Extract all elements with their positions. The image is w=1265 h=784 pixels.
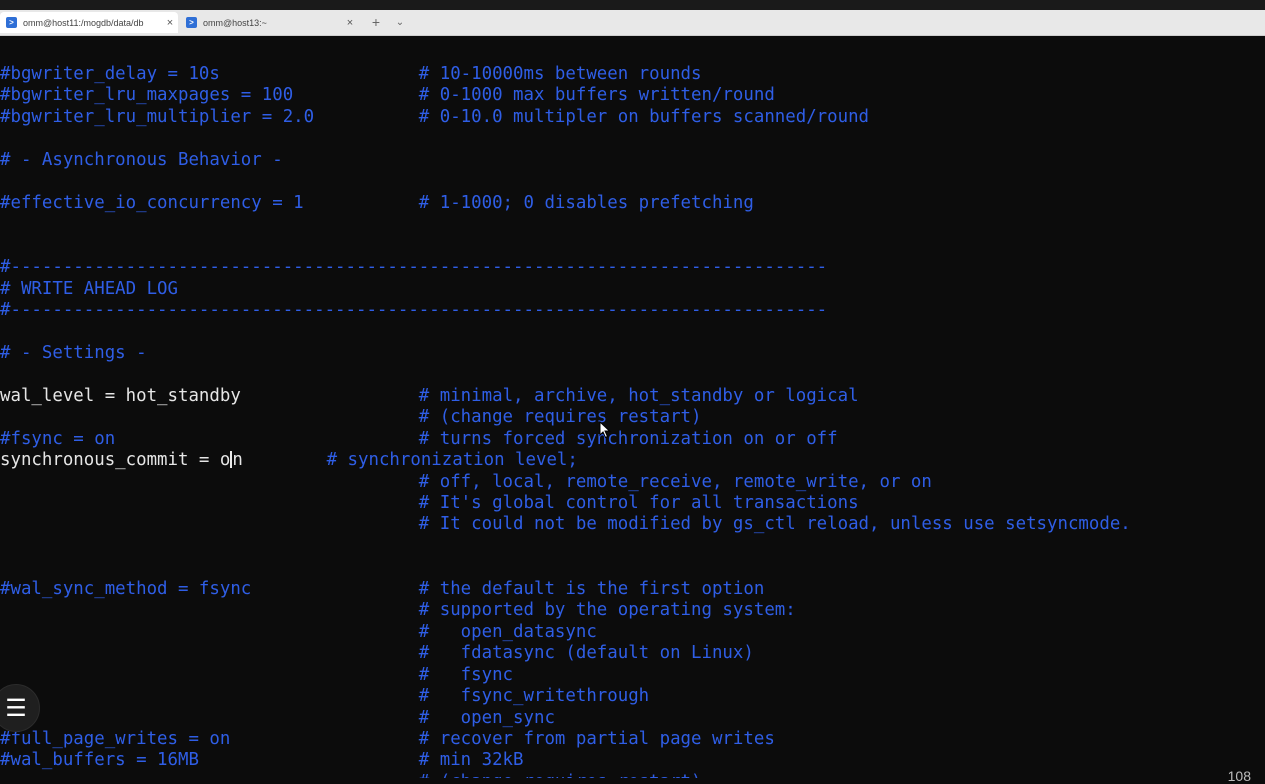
terminal-text: # - Settings - — [0, 342, 147, 363]
terminal-line: # (change requires restart) — [0, 407, 702, 428]
terminal-text: # fsync — [0, 664, 514, 685]
terminal-line: #wal_sync_method = fsync # the default i… — [0, 579, 764, 600]
terminal-line: # open_datasync — [0, 622, 597, 643]
terminal-text: #wal_sync_method = fsync # the default i… — [0, 578, 765, 599]
terminal-text: #effective_io_concurrency = 1 # 1-1000; … — [0, 192, 754, 213]
terminal-text: # supported by the operating system: — [0, 600, 796, 621]
terminal-text: #bgwriter_delay = 10s # 10-10000ms betwe… — [0, 64, 702, 84]
terminal-text: #---------------------------------------… — [0, 299, 828, 320]
terminal-line: # - Asynchronous Behavior - — [0, 150, 283, 171]
tab-strip: > omm@host11:/mogdb/data/db × > omm@host… — [0, 10, 1265, 36]
new-tab-button[interactable]: + — [368, 12, 384, 33]
window-top-bar — [0, 0, 1265, 10]
terminal-line: # fdatasync (default on Linux) — [0, 643, 754, 664]
terminal-text: # open_sync — [0, 707, 555, 728]
terminal-text: # It could not be modified by gs_ctl rel… — [0, 514, 1131, 535]
terminal-text: # open_datasync — [0, 621, 597, 642]
close-icon[interactable]: × — [342, 17, 358, 29]
terminal-text: #wal_buffers = 16MB # min 32kB — [0, 750, 524, 771]
terminal-text: #full_page_writes = on # recover from pa… — [0, 728, 775, 749]
tab-title: omm@host13:~ — [203, 17, 267, 28]
terminal-icon: > — [186, 17, 197, 28]
terminal-text: # (change requires restart) — [0, 407, 702, 428]
terminal-output[interactable]: #bgwriter_delay = 10s # 10-10000ms betwe… — [0, 36, 1265, 778]
terminal-text: #bgwriter_lru_maxpages = 100 # 0-1000 ma… — [0, 85, 775, 106]
terminal-text: #bgwriter_lru_multiplier = 2.0 # 0-10.0 … — [0, 106, 870, 127]
tab-host13[interactable]: > omm@host13:~ × — [180, 12, 358, 33]
terminal-line: #bgwriter_delay = 10s # 10-10000ms betwe… — [0, 64, 702, 85]
terminal-line: #wal_buffers = 16MB # min 32kB — [0, 750, 524, 771]
page-number: 108 — [1227, 768, 1251, 784]
terminal-line: synchronous_commit = on # synchronizatio… — [0, 450, 578, 471]
tab-title: omm@host11:/mogdb/data/db — [23, 17, 144, 28]
terminal-line: # - Settings - — [0, 343, 147, 364]
terminal-line: # WRITE AHEAD LOG — [0, 279, 178, 300]
chevron-down-icon[interactable]: ⌄ — [392, 12, 408, 33]
terminal-line: # (change requires restart) — [0, 772, 702, 778]
terminal-text: # It's global control for all transactio… — [0, 493, 859, 513]
terminal-line: #bgwriter_lru_maxpages = 100 # 0-1000 ma… — [0, 85, 775, 106]
terminal-text: #fsync = on # turns forced synchronizati… — [0, 428, 838, 449]
terminal-text: wal_level = hot_standby — [0, 385, 241, 406]
terminal-line: # off, local, remote_receive, remote_wri… — [0, 472, 932, 493]
terminal-line: # It's global control for all transactio… — [0, 493, 859, 514]
terminal-text: n — [232, 450, 243, 471]
tab-host11[interactable]: > omm@host11:/mogdb/data/db × — [0, 12, 178, 33]
terminal-line: #fsync = on # turns forced synchronizati… — [0, 429, 838, 450]
close-icon[interactable]: × — [162, 17, 178, 29]
terminal-text: # off, local, remote_receive, remote_wri… — [0, 471, 932, 492]
terminal-text: # synchronization level; — [242, 450, 578, 471]
terminal-line: #---------------------------------------… — [0, 300, 827, 321]
terminal-line: # fsync_writethrough — [0, 686, 649, 707]
terminal-text: # minimal, archive, hot_standby or logic… — [240, 385, 859, 406]
terminal-line: # open_sync — [0, 708, 555, 729]
terminal-text: #---------------------------------------… — [0, 257, 828, 278]
terminal-line: #bgwriter_lru_multiplier = 2.0 # 0-10.0 … — [0, 107, 869, 128]
terminal-text: # fsync_writethrough — [0, 686, 650, 707]
terminal-icon: > — [6, 17, 17, 28]
terminal-text: # fdatasync (default on Linux) — [0, 643, 754, 664]
terminal-line: # supported by the operating system: — [0, 600, 796, 621]
terminal-text: # (change requires restart) — [0, 772, 702, 778]
terminal-line: #full_page_writes = on # recover from pa… — [0, 729, 775, 750]
terminal-text: synchronous_commit = o — [0, 450, 231, 471]
terminal-text: # WRITE AHEAD LOG — [0, 278, 178, 299]
terminal-line: #---------------------------------------… — [0, 257, 827, 278]
terminal-line: wal_level = hot_standby # minimal, archi… — [0, 386, 859, 407]
terminal-line: #effective_io_concurrency = 1 # 1-1000; … — [0, 193, 754, 214]
terminal-text: # - Asynchronous Behavior - — [0, 149, 283, 170]
terminal-line: # It could not be modified by gs_ctl rel… — [0, 514, 1131, 535]
terminal-line: # fsync — [0, 665, 513, 686]
